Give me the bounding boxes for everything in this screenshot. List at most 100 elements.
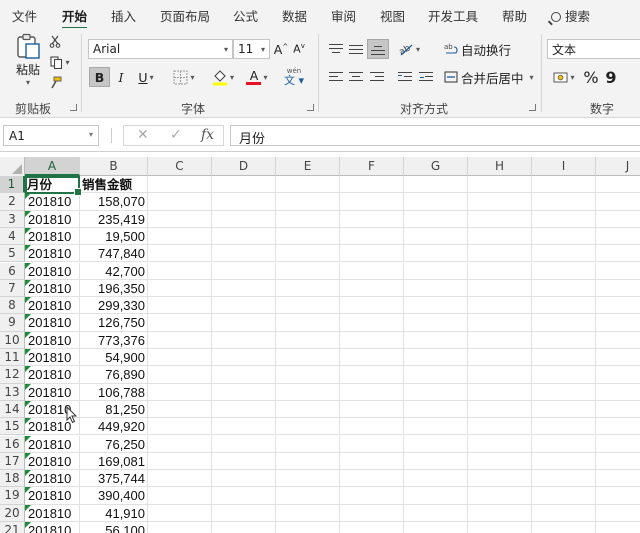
cell-month[interactable]: 201810 xyxy=(25,366,80,384)
empty-cell[interactable] xyxy=(532,452,596,471)
cell-sales-amount[interactable]: 126,750 xyxy=(80,314,148,332)
empty-cell[interactable] xyxy=(404,227,468,246)
empty-cell[interactable] xyxy=(148,452,212,471)
empty-cell[interactable] xyxy=(532,331,596,349)
empty-cell[interactable] xyxy=(532,297,596,315)
cell-sales-amount[interactable]: 76,890 xyxy=(80,366,148,384)
paste-button[interactable]: 粘贴 ▾ xyxy=(10,32,46,88)
comma-style-button[interactable]: 9 xyxy=(604,67,618,87)
empty-cell[interactable] xyxy=(596,418,640,436)
empty-cell[interactable] xyxy=(468,279,532,298)
empty-cell[interactable] xyxy=(468,227,532,246)
empty-cell[interactable] xyxy=(148,176,212,194)
empty-cell[interactable] xyxy=(532,176,596,194)
empty-cell[interactable] xyxy=(596,263,640,280)
empty-cell[interactable] xyxy=(404,245,468,263)
empty-cell[interactable] xyxy=(148,227,212,246)
empty-cell[interactable] xyxy=(212,210,276,228)
empty-cell[interactable] xyxy=(212,245,276,263)
empty-cell[interactable] xyxy=(148,418,212,436)
empty-cell[interactable] xyxy=(596,349,640,367)
empty-cell[interactable] xyxy=(596,228,640,246)
cell-sales-amount[interactable]: 56,100 xyxy=(80,522,148,533)
empty-cell[interactable] xyxy=(340,470,404,488)
tab-formulas[interactable]: 公式 xyxy=(233,6,258,25)
empty-cell[interactable] xyxy=(212,331,276,349)
middle-align-button[interactable] xyxy=(347,40,365,58)
empty-cell[interactable] xyxy=(532,193,596,211)
empty-cell[interactable] xyxy=(276,452,340,471)
empty-cell[interactable] xyxy=(276,297,340,315)
row-header[interactable]: 13 xyxy=(0,383,25,401)
row-header[interactable]: 3 xyxy=(0,210,25,228)
empty-cell[interactable] xyxy=(404,210,468,228)
empty-cell[interactable] xyxy=(340,452,404,471)
empty-cell[interactable] xyxy=(596,297,640,315)
formula-input[interactable]: 月份 xyxy=(230,125,640,147)
empty-cell[interactable] xyxy=(468,452,532,471)
row-header[interactable]: 14 xyxy=(0,400,25,419)
empty-cell[interactable] xyxy=(340,176,404,194)
empty-cell[interactable] xyxy=(212,227,276,246)
empty-cell[interactable] xyxy=(596,384,640,401)
empty-cell[interactable] xyxy=(404,176,468,194)
row-header[interactable]: 2 xyxy=(0,193,25,211)
empty-cell[interactable] xyxy=(596,211,640,228)
empty-cell[interactable] xyxy=(468,176,532,194)
empty-cell[interactable] xyxy=(276,279,340,298)
clipboard-launcher-icon[interactable] xyxy=(70,104,77,111)
tell-me-search[interactable]: 搜索 xyxy=(551,6,590,25)
empty-cell[interactable] xyxy=(404,193,468,211)
empty-cell[interactable] xyxy=(340,245,404,263)
empty-cell[interactable] xyxy=(404,366,468,384)
empty-cell[interactable] xyxy=(596,332,640,349)
row-header[interactable]: 8 xyxy=(0,297,25,315)
cell-sales-amount[interactable]: 158,070 xyxy=(80,193,148,211)
cell-month[interactable]: 201810 xyxy=(25,349,80,367)
row-header[interactable]: 12 xyxy=(0,366,25,384)
empty-cell[interactable] xyxy=(340,227,404,246)
cell-month[interactable]: 201810 xyxy=(25,193,80,211)
empty-cell[interactable] xyxy=(276,366,340,384)
empty-cell[interactable] xyxy=(212,297,276,315)
cell-sales-amount[interactable]: 449,920 xyxy=(80,418,148,436)
empty-cell[interactable] xyxy=(340,314,404,332)
font-color-button[interactable]: A ▾ xyxy=(242,67,272,87)
bottom-align-button[interactable] xyxy=(367,39,389,59)
empty-cell[interactable] xyxy=(340,331,404,349)
empty-cell[interactable] xyxy=(532,383,596,401)
accounting-format-button[interactable]: ▾ xyxy=(549,67,579,87)
bold-button[interactable]: B xyxy=(89,67,110,87)
cell-sales-amount[interactable]: 76,250 xyxy=(80,435,148,453)
empty-cell[interactable] xyxy=(212,470,276,488)
enter-icon[interactable]: ✓ xyxy=(170,127,182,143)
cell-sales-amount[interactable]: 196,350 xyxy=(80,279,148,298)
cell-month[interactable]: 201810 xyxy=(25,383,80,401)
empty-cell[interactable] xyxy=(468,297,532,315)
cell-month[interactable]: 201810 xyxy=(25,227,80,246)
empty-cell[interactable] xyxy=(276,470,340,488)
empty-cell[interactable] xyxy=(212,366,276,384)
empty-cell[interactable] xyxy=(532,227,596,246)
cell-month[interactable]: 201810 xyxy=(25,331,80,349)
cell-month[interactable]: 201810 xyxy=(25,314,80,332)
cut-button[interactable] xyxy=(48,34,62,48)
row-header[interactable]: 18 xyxy=(0,470,25,488)
cell-month[interactable]: 201810 xyxy=(25,435,80,453)
empty-cell[interactable] xyxy=(468,349,532,367)
empty-cell[interactable] xyxy=(340,210,404,228)
cell-month[interactable]: 201810 xyxy=(25,452,80,471)
empty-cell[interactable] xyxy=(532,210,596,228)
empty-cell[interactable] xyxy=(532,262,596,280)
cell-month[interactable]: 201810 xyxy=(25,470,80,488)
empty-cell[interactable] xyxy=(404,297,468,315)
empty-cell[interactable] xyxy=(212,418,276,436)
column-header[interactable]: J xyxy=(596,157,640,176)
worksheet-grid[interactable]: A B C D E F G H I J 1 月份 销售金额 2 201810 158,07… xyxy=(0,152,640,533)
empty-cell[interactable] xyxy=(532,400,596,419)
orientation-button[interactable]: ab ▾ xyxy=(396,39,422,59)
empty-cell[interactable] xyxy=(532,418,596,436)
empty-cell[interactable] xyxy=(276,383,340,401)
empty-cell[interactable] xyxy=(532,245,596,263)
empty-cell[interactable] xyxy=(532,366,596,384)
